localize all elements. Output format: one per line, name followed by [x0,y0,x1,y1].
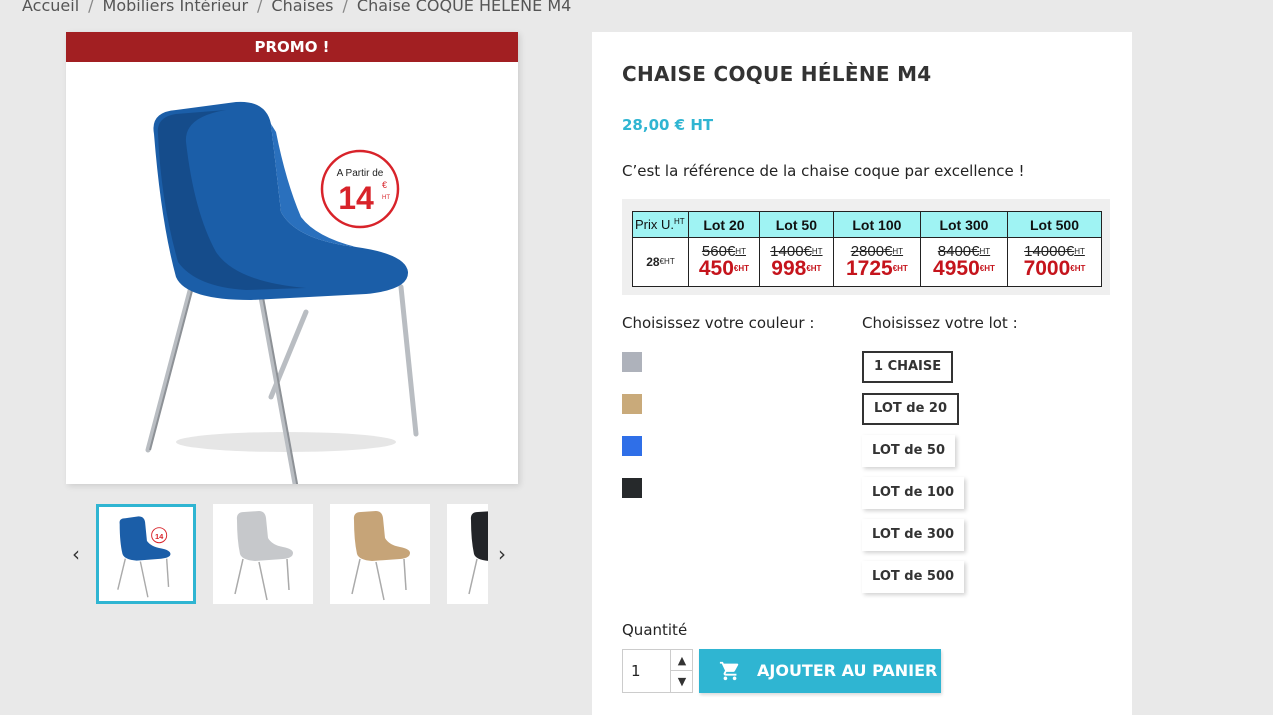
thumbnail-black[interactable] [447,504,488,604]
quantity-label: Quantité [622,621,688,639]
product-gallery: PROMO ! A Partir de 14 € HT [66,32,518,484]
thumbnail-carousel: ‹ 14 › [66,504,518,604]
cart-icon [719,661,739,681]
breadcrumb-separator: / [88,0,94,15]
breadcrumb-chaises[interactable]: Chaises [271,0,333,15]
lot-option-50[interactable]: LOT de 50 [862,435,956,467]
svg-text:14: 14 [155,532,164,541]
quantity-input[interactable] [623,650,669,692]
product-title: CHAISE COQUE HÉLÈNE M4 [622,62,932,86]
table-header-lot: Lot 500 [1007,211,1102,238]
badge-line1: A Partir de [337,168,384,179]
thumbnail-beige[interactable] [330,504,430,604]
product-info-panel: CHAISE COQUE HÉLÈNE M4 28,00 € HT C’est … [592,32,1132,715]
color-swatch-beige[interactable] [622,394,642,414]
lot-option-300[interactable]: LOT de 300 [862,519,965,551]
lot-option-20[interactable]: LOT de 20 [862,393,960,425]
quantity-stepper: ▲ ▼ [622,649,693,693]
table-header-lot: Lot 20 [688,211,760,238]
quantity-increase-icon[interactable]: ▲ [670,650,693,671]
product-description: C’est la référence de la chaise coque pa… [622,162,1025,180]
lot-option-500[interactable]: LOT de 500 [862,561,965,593]
lot-pricing-table: Prix U.HT Lot 20 Lot 50 Lot 100 Lot 300 … [622,199,1110,295]
thumbnail-blue[interactable]: 14 [96,504,196,604]
breadcrumb-current: Chaise COQUE HÉLÈNE M4 [356,0,572,15]
table-unit-price: 28€HT [632,237,689,287]
badge-price: 14 [338,180,374,216]
breadcrumb-accueil[interactable]: Accueil [22,0,79,15]
table-header-unit: Prix U.HT [632,211,689,238]
table-lot-price: 2800€HT 1725€HT [832,237,921,287]
breadcrumb-separator: / [342,0,348,15]
product-price: 28,00 € HT [622,116,714,134]
promo-banner: PROMO ! [66,32,518,62]
breadcrumb: Accueil / Mobiliers Intérieur / Chaises / Chai… [22,0,571,15]
add-to-cart-label: AJOUTER AU PANIER [757,661,938,680]
lot-option-100[interactable]: LOT de 100 [862,477,965,509]
product-main-image[interactable]: A Partir de 14 € HT [66,62,518,484]
carousel-prev-icon[interactable]: ‹ [72,542,80,566]
color-swatch-blue[interactable] [622,436,642,456]
badge-currency: € [382,180,387,190]
table-lot-price: 1400€HT 998€HT [758,237,834,287]
table-header-lot: Lot 50 [758,211,834,238]
table-lot-price: 14000€HT 7000€HT [1007,237,1102,287]
color-swatch-grey[interactable] [622,352,642,372]
carousel-next-icon[interactable]: › [498,542,506,566]
table-header-lot: Lot 300 [919,211,1009,238]
color-label: Choisissez votre couleur : [622,314,815,332]
table-lot-price: 560€HT 450€HT [688,237,760,287]
color-swatch-black[interactable] [622,478,642,498]
table-lot-price: 8400€HT 4950€HT [919,237,1009,287]
table-header-lot: Lot 100 [832,211,921,238]
thumbnail-grey[interactable] [213,504,313,604]
breadcrumb-mobiliers[interactable]: Mobiliers Intérieur [103,0,249,15]
breadcrumb-separator: / [257,0,263,15]
lot-label: Choisissez votre lot : [862,314,1018,332]
thumbnail-track: 14 [96,504,488,604]
badge-ht: HT [382,195,390,201]
add-to-cart-button[interactable]: AJOUTER AU PANIER [699,649,941,693]
lot-option-1-chaise[interactable]: 1 CHAISE [862,351,954,383]
quantity-decrease-icon[interactable]: ▼ [670,671,693,692]
